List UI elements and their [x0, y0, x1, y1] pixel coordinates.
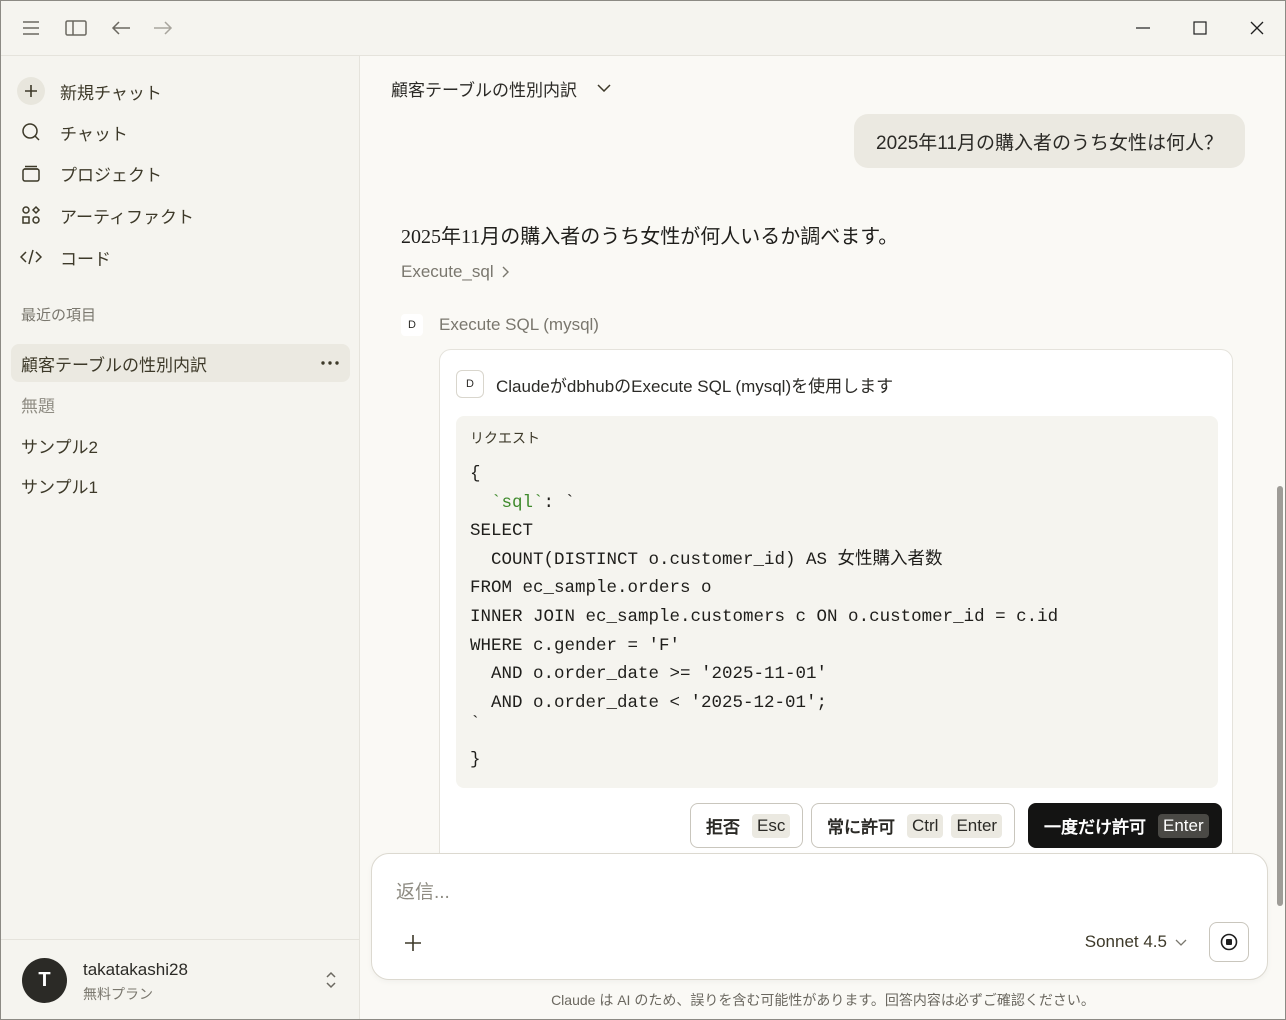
username: takatakashi28	[83, 960, 188, 979]
more-options-icon[interactable]	[320, 353, 340, 373]
shortcut-key: Esc	[752, 813, 791, 838]
conversation-pane: 顧客テーブルの性別内訳 2025年11月の購入者のうち女性は何人？ 2025年1…	[361, 56, 1285, 1019]
stop-icon	[1220, 933, 1238, 951]
recent-item-label: 顧客テーブルの性別内訳	[21, 355, 207, 375]
code-line: `	[470, 714, 481, 735]
tool-header: D Execute SQL (mysql)	[401, 314, 599, 336]
app-window: 新規チャット チャット プロジェクト アーティファクト コード 最近の項目 顧客…	[0, 0, 1286, 1020]
deny-button[interactable]: 拒否 Esc	[690, 803, 804, 848]
close-icon[interactable]	[1242, 13, 1272, 43]
permission-card: D ClaudeがdbhubのExecute SQL (mysql)を使用します…	[439, 349, 1233, 869]
chevron-right-icon	[502, 266, 509, 278]
always-allow-button-label: 常に許可	[827, 818, 895, 837]
shortcut-key: Enter	[1158, 813, 1209, 838]
folder-stack-icon	[17, 159, 45, 187]
allow-once-button[interactable]: 一度だけ許可 Enter	[1028, 803, 1222, 848]
plus-icon	[17, 77, 45, 105]
sidebar: 新規チャット チャット プロジェクト アーティファクト コード 最近の項目 顧客…	[1, 56, 360, 1019]
user-message: 2025年11月の購入者のうち女性は何人？	[854, 114, 1245, 168]
tool-header-label: Execute SQL (mysql)	[439, 315, 599, 334]
tool-badge: D	[401, 314, 423, 336]
code-line: INNER JOIN ec_sample.customers c ON o.cu…	[470, 606, 1059, 627]
recent-item-label: 無題	[21, 396, 55, 416]
shortcut-key: Enter	[951, 813, 1003, 838]
code-line: {	[470, 464, 481, 484]
tool-badge: D	[456, 370, 484, 398]
hamburger-icon[interactable]	[19, 16, 43, 40]
arrow-left-icon[interactable]	[109, 16, 133, 40]
code-icon	[17, 243, 45, 271]
chevron-down-icon	[1175, 939, 1187, 946]
request-label: リクエスト	[470, 430, 540, 446]
code-key-suffix: : `	[543, 492, 576, 513]
new-chat-button[interactable]: 新規チャット	[13, 73, 349, 109]
nav-label: チャット	[60, 124, 128, 144]
recent-item-label: サンプル1	[21, 477, 98, 497]
recent-item-active[interactable]: 顧客テーブルの性別内訳	[11, 344, 350, 382]
scrollbar-thumb[interactable]	[1277, 486, 1283, 906]
nav-label: プロジェクト	[60, 165, 162, 185]
sidebar-item-projects[interactable]: プロジェクト	[13, 155, 349, 191]
recent-item[interactable]: サンプル2	[11, 426, 350, 464]
sidebar-toggle-icon[interactable]	[64, 16, 88, 40]
code-line: AND o.order_date < '2025-12-01';	[470, 692, 828, 713]
always-allow-button[interactable]: 常に許可 Ctrl Enter	[811, 803, 1016, 848]
sidebar-item-code[interactable]: コード	[13, 239, 349, 275]
arrow-right-icon[interactable]	[151, 16, 175, 40]
code-line: }	[470, 749, 481, 770]
code-line: COUNT(DISTINCT o.customer_id) AS 女性購入者数	[470, 549, 943, 570]
chevron-down-icon	[597, 84, 611, 92]
sidebar-item-chats[interactable]: チャット	[13, 114, 349, 150]
code-line: `sql`: `	[470, 489, 1210, 518]
composer: Sonnet 4.5	[371, 853, 1268, 980]
model-selector[interactable]: Sonnet 4.5	[1085, 932, 1187, 952]
minimize-icon[interactable]	[1128, 13, 1158, 43]
conversation-title-button[interactable]: 顧客テーブルの性別内訳	[391, 76, 611, 100]
recent-section-label: 最近の項目	[21, 307, 97, 324]
permission-card-title: ClaudeがdbhubのExecute SQL (mysql)を使用します	[496, 376, 894, 396]
request-box: リクエスト { `sql`: ` SELECT COUNT(DISTINCT o.…	[456, 416, 1218, 788]
permission-card-header: D ClaudeがdbhubのExecute SQL (mysql)を使用します	[456, 370, 893, 398]
title-bar	[1, 1, 1285, 56]
tool-call-label: Execute_sql	[401, 262, 494, 281]
model-label: Sonnet 4.5	[1084, 932, 1167, 951]
shapes-icon	[17, 201, 45, 229]
maximize-icon[interactable]	[1185, 13, 1215, 43]
deny-button-label: 拒否	[706, 818, 740, 837]
code-line: WHERE c.gender = 'F'	[470, 635, 681, 656]
code-line: FROM ec_sample.orders o	[470, 578, 712, 599]
tool-call-toggle[interactable]: Execute_sql	[401, 262, 509, 282]
code-line: AND o.order_date >= '2025-11-01'	[470, 664, 828, 685]
recent-item[interactable]: 無題	[11, 385, 350, 423]
assistant-message: 2025年11月の購入者のうち女性が何人いるか調べます。	[401, 226, 899, 248]
conversation-title: 顧客テーブルの性別内訳	[391, 80, 577, 100]
reply-input[interactable]	[396, 878, 1236, 908]
nav-label: アーティファクト	[60, 207, 194, 227]
recent-item[interactable]: サンプル1	[11, 466, 350, 504]
nav-label: 新規チャット	[60, 83, 162, 103]
code-line: SELECT	[470, 521, 534, 542]
sidebar-item-artifacts[interactable]: アーティファクト	[13, 197, 349, 233]
chevron-up-down-icon[interactable]	[321, 968, 341, 992]
nav-label: コード	[60, 249, 111, 269]
recent-item-label: サンプル2	[21, 437, 98, 457]
shortcut-key: Ctrl	[907, 813, 944, 838]
chat-icon	[17, 118, 45, 146]
avatar: T	[22, 958, 67, 1003]
stop-button[interactable]	[1209, 922, 1249, 962]
disclaimer: Claude は AI のため、誤りを含む可能性があります。回答内容は必ずご確認…	[551, 992, 1095, 1008]
plan-label: 無料プラン	[83, 986, 153, 1002]
code-key: `sql`	[491, 492, 544, 513]
sql-code-block: { `sql`: ` SELECT COUNT(DISTINCT o.custom…	[470, 460, 1210, 775]
allow-once-button-label: 一度だけ許可	[1044, 818, 1146, 837]
attach-plus-icon[interactable]	[400, 930, 426, 956]
user-menu[interactable]: T takatakashi28 無料プラン	[1, 939, 359, 1019]
